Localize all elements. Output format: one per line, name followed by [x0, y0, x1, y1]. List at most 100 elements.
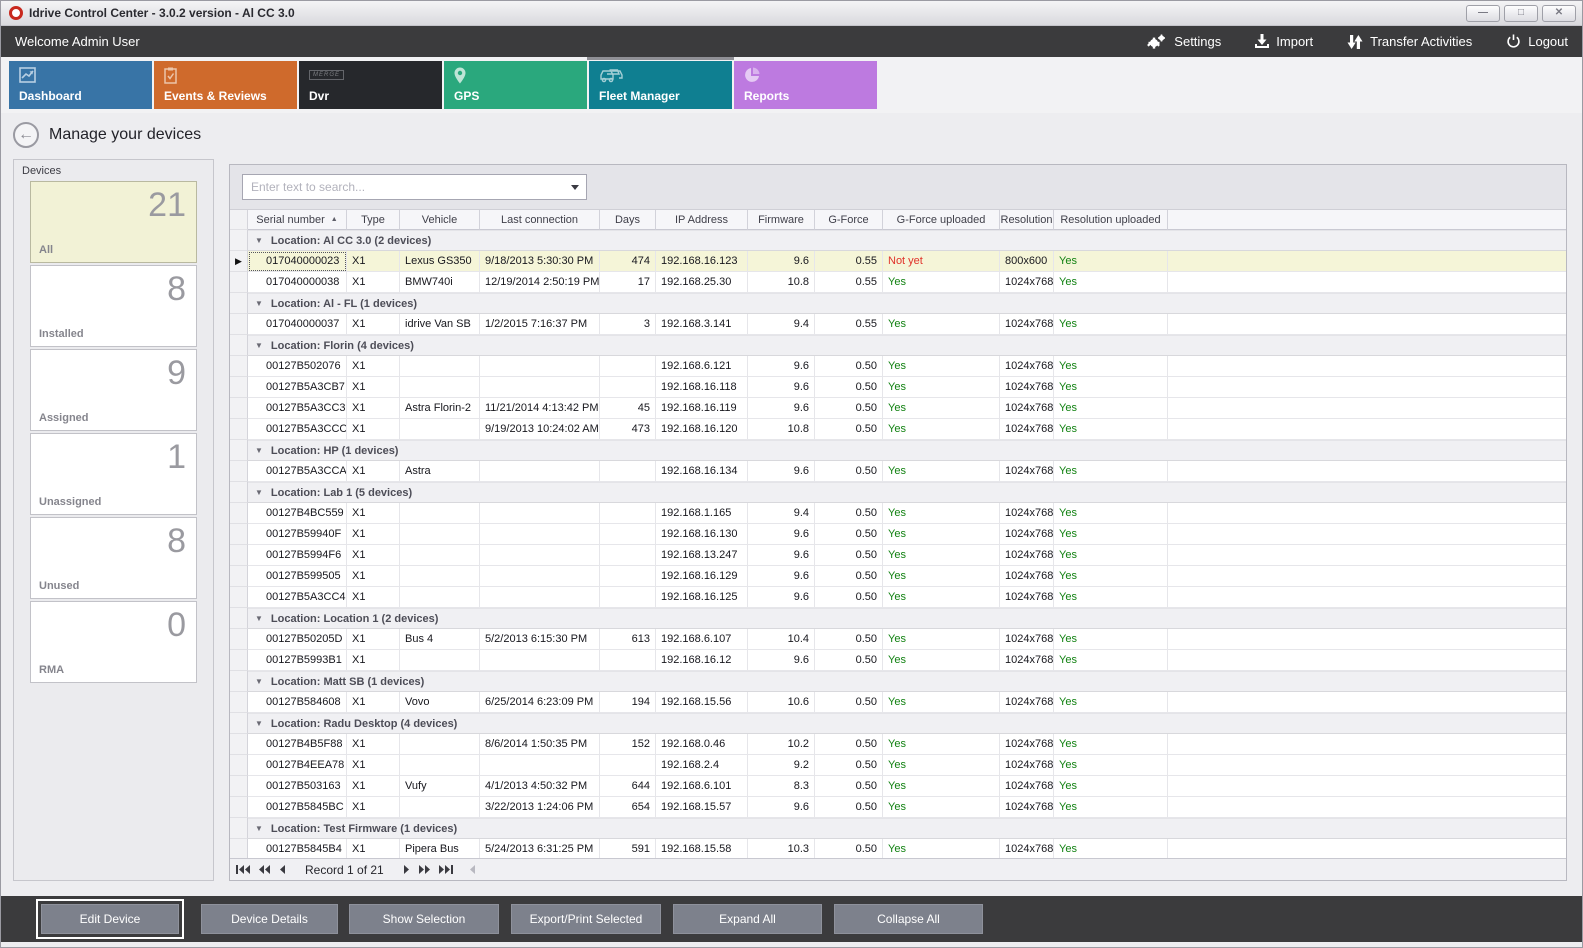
cell-last-connection[interactable]: 11/21/2014 4:13:42 PM: [480, 398, 600, 419]
cell-firmware[interactable]: 10.2: [748, 734, 815, 755]
cell-firmware[interactable]: 9.6: [748, 566, 815, 587]
cell-last-connection[interactable]: 1/2/2015 7:16:37 PM: [480, 314, 600, 335]
cell-resolution[interactable]: 1024x768: [1000, 629, 1054, 650]
cell-last-connection[interactable]: [480, 566, 600, 587]
cell-resolution[interactable]: 800x600: [1000, 251, 1054, 272]
cell-type[interactable]: X1: [347, 272, 400, 293]
cell-g-force[interactable]: 0.55: [815, 314, 883, 335]
column-header-firmware[interactable]: Firmware: [748, 210, 815, 230]
column-header-type[interactable]: Type: [347, 210, 400, 230]
cell-resolution[interactable]: 1024x768: [1000, 755, 1054, 776]
cell-ip-address[interactable]: 192.168.16.134: [656, 461, 748, 482]
cell-g-force[interactable]: 0.50: [815, 839, 883, 858]
maximize-button[interactable]: □: [1504, 5, 1538, 22]
cell-resolution-uploaded[interactable]: Yes: [1054, 314, 1168, 335]
column-header-g-force[interactable]: G-Force: [815, 210, 883, 230]
device-row[interactable]: 00127B5845BCX13/22/2013 1:24:06 PM654192…: [230, 797, 1566, 818]
collapse-all-button[interactable]: Collapse All: [834, 904, 983, 934]
cell-resolution[interactable]: 1024x768: [1000, 566, 1054, 587]
cell-firmware[interactable]: 9.4: [748, 314, 815, 335]
cell-resolution[interactable]: 1024x768: [1000, 356, 1054, 377]
cell-vehicle[interactable]: [400, 377, 480, 398]
device-row[interactable]: 00127B4EEA78X1192.168.2.49.20.50Yes1024x…: [230, 755, 1566, 776]
cell-ip-address[interactable]: 192.168.16.130: [656, 524, 748, 545]
group-header[interactable]: ▼Location: Radu Desktop (4 devices): [248, 713, 1566, 734]
cell-vehicle[interactable]: [400, 545, 480, 566]
cell-ip-address[interactable]: 192.168.16.120: [656, 419, 748, 440]
cell-last-connection[interactable]: 12/19/2014 2:50:19 PM: [480, 272, 600, 293]
column-header-ip-address[interactable]: IP Address: [656, 210, 748, 230]
cell-g-force-uploaded[interactable]: Yes: [883, 797, 1000, 818]
cell-resolution-uploaded[interactable]: Yes: [1054, 545, 1168, 566]
cell-days[interactable]: 45: [600, 398, 656, 419]
filter-card-unassigned[interactable]: 1Unassigned: [30, 433, 197, 515]
cell-g-force-uploaded[interactable]: Yes: [883, 524, 1000, 545]
cell-vehicle[interactable]: [400, 797, 480, 818]
cell-type[interactable]: X1: [347, 797, 400, 818]
cell-firmware[interactable]: 9.6: [748, 545, 815, 566]
cell-g-force[interactable]: 0.50: [815, 419, 883, 440]
import-button[interactable]: Import: [1255, 34, 1313, 49]
cell-ip-address[interactable]: 192.168.16.129: [656, 566, 748, 587]
cell-days[interactable]: 591: [600, 839, 656, 858]
cell-type[interactable]: X1: [347, 419, 400, 440]
cell-resolution-uploaded[interactable]: Yes: [1054, 650, 1168, 671]
group-header[interactable]: ▼Location: Test Firmware (1 devices): [248, 818, 1566, 839]
cell-resolution[interactable]: 1024x768: [1000, 776, 1054, 797]
scroll-left-button[interactable]: [470, 865, 476, 874]
cell-type[interactable]: X1: [347, 566, 400, 587]
cell-resolution[interactable]: 1024x768: [1000, 503, 1054, 524]
column-header-resolution-uploaded[interactable]: Resolution uploaded: [1054, 210, 1168, 230]
device-row[interactable]: 00127B599505X1192.168.16.1299.60.50Yes10…: [230, 566, 1566, 587]
group-header[interactable]: ▼Location: Location 1 (2 devices): [248, 608, 1566, 629]
cell-resolution[interactable]: 1024x768: [1000, 398, 1054, 419]
cell-firmware[interactable]: 9.6: [748, 650, 815, 671]
cell-g-force-uploaded[interactable]: Yes: [883, 461, 1000, 482]
cell-ip-address[interactable]: 192.168.0.46: [656, 734, 748, 755]
cell-last-connection[interactable]: [480, 503, 600, 524]
group-header[interactable]: ▼Location: Al CC 3.0 (2 devices): [248, 230, 1566, 251]
column-header-days[interactable]: Days: [600, 210, 656, 230]
last-record-button[interactable]: [439, 865, 453, 874]
device-row[interactable]: 00127B59940FX1192.168.16.1309.60.50Yes10…: [230, 524, 1566, 545]
cell-g-force-uploaded[interactable]: Yes: [883, 314, 1000, 335]
cell-firmware[interactable]: 9.6: [748, 251, 815, 272]
cell-firmware[interactable]: 8.3: [748, 776, 815, 797]
cell-firmware[interactable]: 9.6: [748, 797, 815, 818]
search-input[interactable]: [243, 180, 564, 194]
cell-type[interactable]: X1: [347, 461, 400, 482]
cell-vehicle[interactable]: [400, 587, 480, 608]
cell-type[interactable]: X1: [347, 314, 400, 335]
cell-g-force[interactable]: 0.55: [815, 272, 883, 293]
cell-serial-number[interactable]: 00127B50205D: [248, 629, 347, 650]
cell-last-connection[interactable]: 3/22/2013 1:24:06 PM: [480, 797, 600, 818]
device-row[interactable]: 017040000037X1idrive Van SB1/2/2015 7:16…: [230, 314, 1566, 335]
cell-g-force[interactable]: 0.50: [815, 461, 883, 482]
collapse-group-icon[interactable]: ▼: [255, 299, 263, 308]
cell-serial-number[interactable]: 00127B5845B4: [248, 839, 347, 858]
cell-type[interactable]: X1: [347, 524, 400, 545]
tab-events-reviews[interactable]: Events & Reviews: [154, 61, 297, 109]
cell-g-force-uploaded[interactable]: Yes: [883, 503, 1000, 524]
device-row[interactable]: 00127B5845B4X1Pipera Bus5/24/2013 6:31:2…: [230, 839, 1566, 858]
prev-record-button[interactable]: [280, 865, 286, 874]
cell-g-force[interactable]: 0.50: [815, 734, 883, 755]
cell-ip-address[interactable]: 192.168.6.107: [656, 629, 748, 650]
cell-ip-address[interactable]: 192.168.16.12: [656, 650, 748, 671]
cell-firmware[interactable]: 10.8: [748, 419, 815, 440]
cell-last-connection[interactable]: [480, 524, 600, 545]
cell-days[interactable]: [600, 503, 656, 524]
cell-type[interactable]: X1: [347, 755, 400, 776]
cell-last-connection[interactable]: [480, 377, 600, 398]
device-row[interactable]: 00127B5A3CC3X1Astra Florin-211/21/2014 4…: [230, 398, 1566, 419]
cell-g-force-uploaded[interactable]: Yes: [883, 629, 1000, 650]
cell-type[interactable]: X1: [347, 629, 400, 650]
column-header-vehicle[interactable]: Vehicle: [400, 210, 480, 230]
cell-vehicle[interactable]: [400, 734, 480, 755]
logout-button[interactable]: Logout: [1506, 34, 1568, 49]
cell-vehicle[interactable]: idrive Van SB: [400, 314, 480, 335]
filter-card-unused[interactable]: 8Unused: [30, 517, 197, 599]
filter-card-assigned[interactable]: 9Assigned: [30, 349, 197, 431]
first-record-button[interactable]: [236, 865, 250, 874]
cell-ip-address[interactable]: 192.168.6.121: [656, 356, 748, 377]
